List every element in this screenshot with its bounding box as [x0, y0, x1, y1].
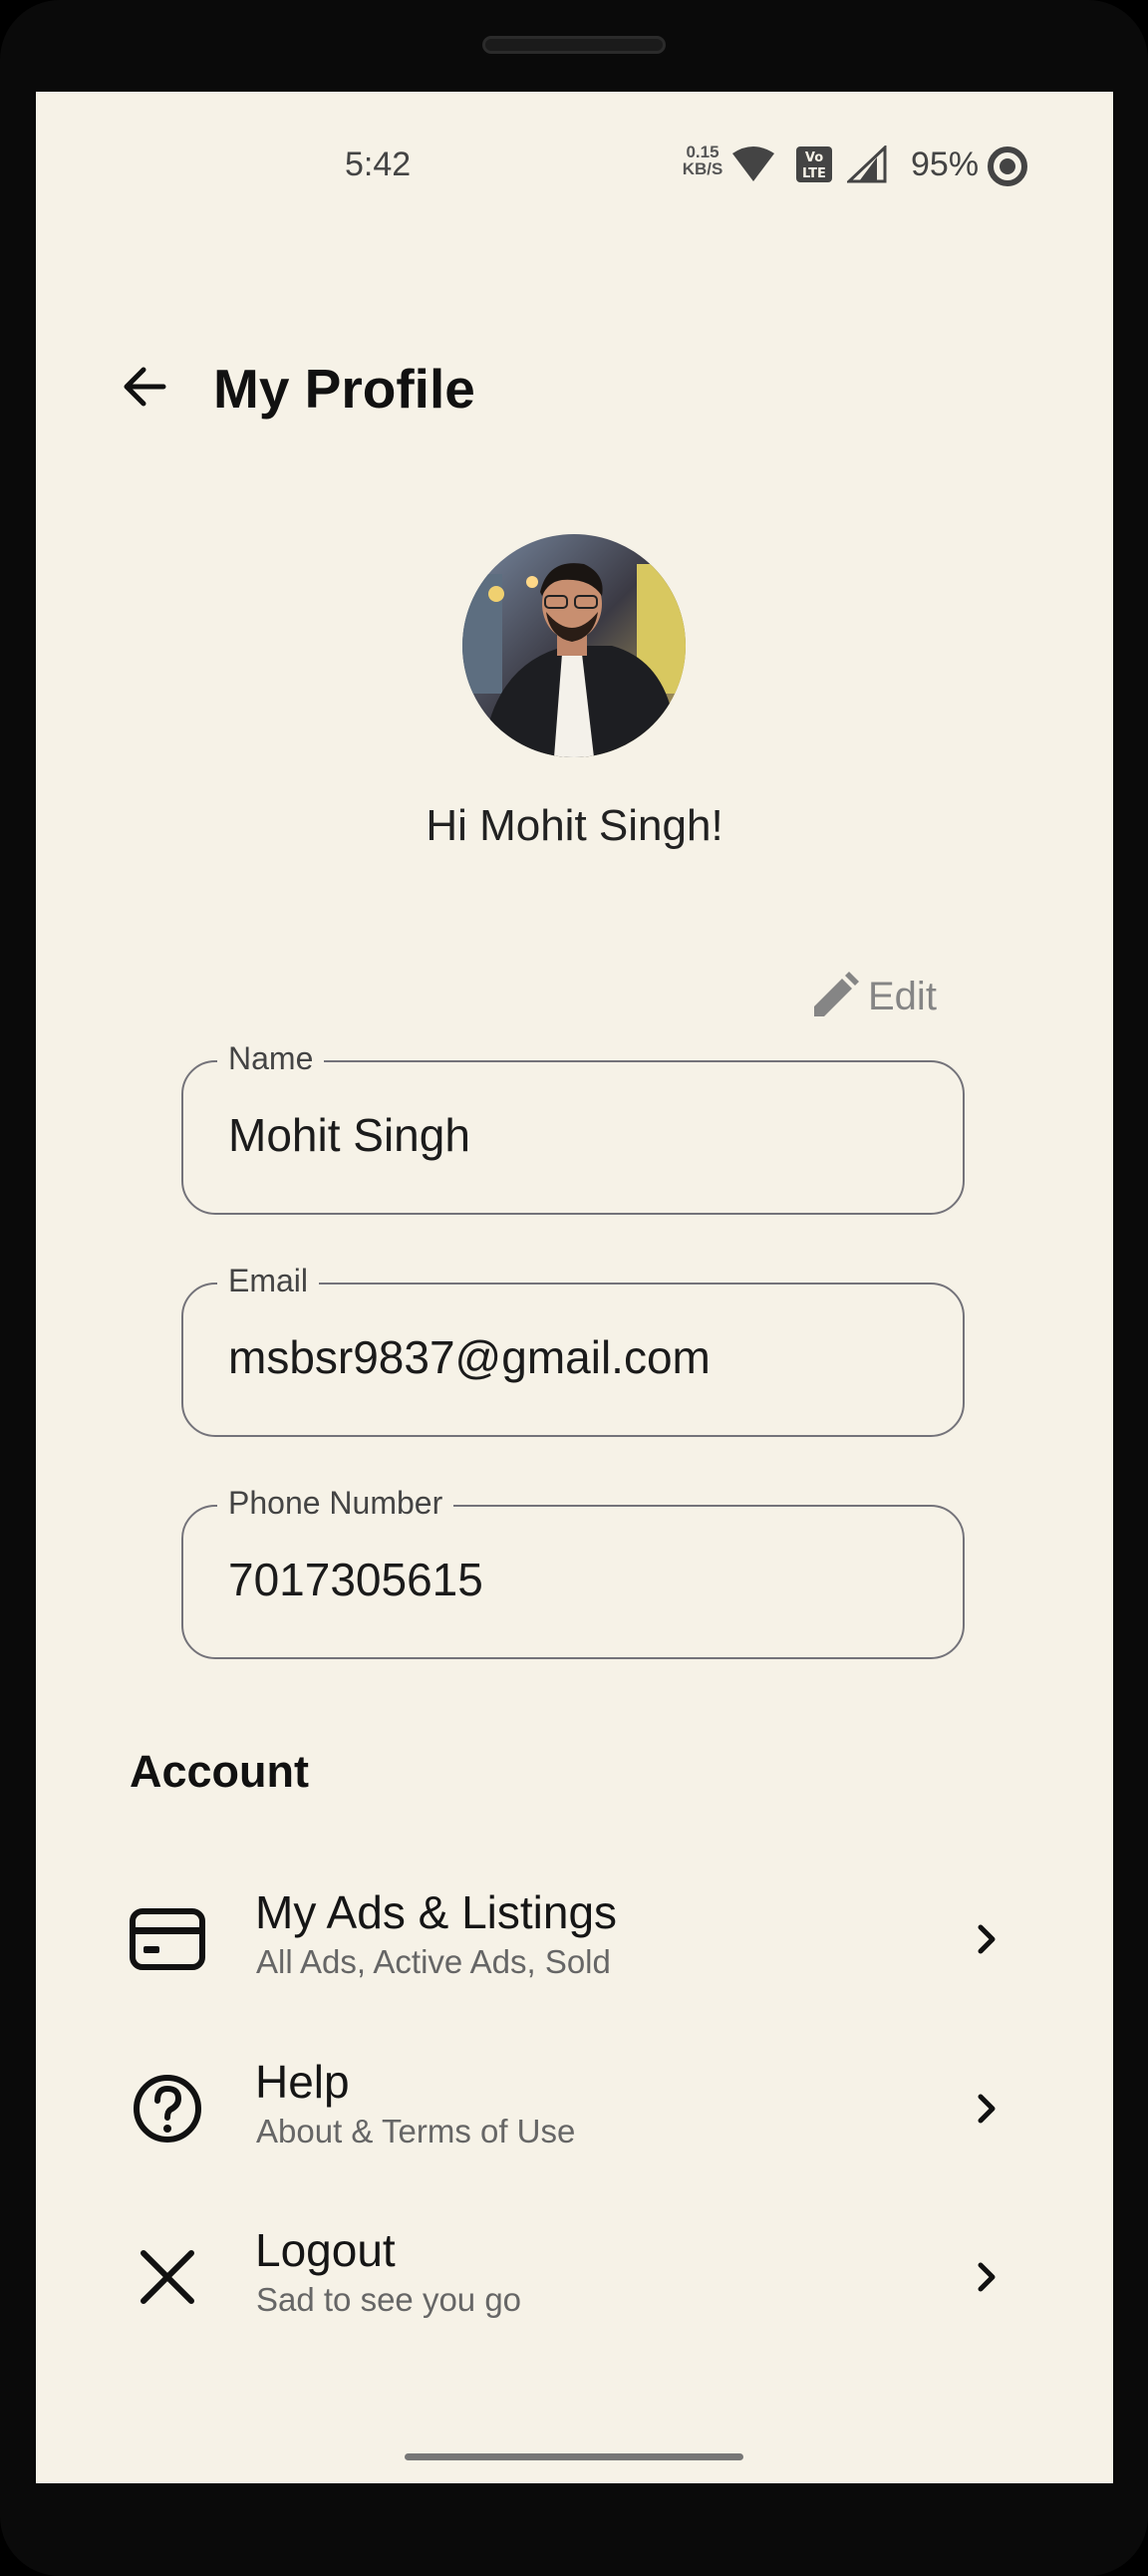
credit-card-icon: [130, 1908, 205, 1970]
phone-field-label: Phone Number: [217, 1485, 454, 1522]
menu-item-my-ads[interactable]: My Ads & Listings All Ads, Active Ads, S…: [76, 1856, 1062, 2005]
menu-item-title: My Ads & Listings: [255, 1886, 618, 1938]
profile-photo: [462, 534, 686, 757]
phone-field[interactable]: Phone Number 7017305615: [181, 1485, 965, 1659]
arrow-left-icon[interactable]: [116, 357, 175, 417]
network-speed-unit: KB/S: [682, 159, 723, 178]
svg-text:LTE: LTE: [802, 166, 826, 181]
email-field-label: Email: [217, 1263, 320, 1299]
email-field[interactable]: Email msbsr9837@gmail.com: [181, 1263, 965, 1437]
svg-text:Vo: Vo: [805, 150, 823, 165]
menu-item-help[interactable]: Help About & Terms of Use: [76, 2025, 1062, 2174]
greeting-text: Hi Mohit Singh!: [426, 801, 723, 850]
chevron-right-icon: [978, 2094, 996, 2124]
network-speed: 0.15 KB/S: [681, 143, 724, 177]
pencil-icon: [814, 972, 859, 1016]
chevron-right-icon: [978, 1924, 996, 1954]
phone-field-value[interactable]: 7017305615: [228, 1553, 483, 1606]
edit-label: Edit: [868, 974, 937, 1018]
menu-item-subtitle: All Ads, Active Ads, Sold: [256, 1943, 611, 1980]
app-bar: My Profile: [36, 291, 1113, 420]
page-title: My Profile: [213, 358, 475, 420]
email-field-value[interactable]: msbsr9837@gmail.com: [228, 1330, 711, 1384]
menu-item-subtitle: Sad to see you go: [256, 2281, 522, 2318]
home-indicator[interactable]: [405, 2453, 743, 2460]
edit-button[interactable]: Edit: [808, 967, 937, 1026]
menu-item-title: Logout: [255, 2224, 396, 2276]
network-speed-value: 0.15: [686, 143, 719, 161]
close-icon: [141, 2250, 194, 2304]
name-field-label: Name: [217, 1040, 325, 1077]
name-field-value[interactable]: Mohit Singh: [228, 1108, 470, 1162]
status-bar: 5:42 0.15 KB/S Vo LTE 95%: [36, 92, 1113, 237]
earpiece-speaker: [482, 36, 666, 54]
cellular-signal-icon: [847, 145, 887, 183]
chevron-right-icon: [978, 2262, 996, 2292]
menu-item-logout[interactable]: Logout Sad to see you go: [76, 2193, 1062, 2343]
volte-icon: Vo LTE: [796, 146, 832, 182]
wifi-icon: [732, 146, 774, 181]
avatar[interactable]: [462, 534, 686, 757]
name-field[interactable]: Name Mohit Singh: [181, 1040, 965, 1215]
menu-item-subtitle: About & Terms of Use: [256, 2113, 576, 2149]
screen: 5:42 0.15 KB/S Vo LTE 95% My Profile Hi …: [36, 92, 1113, 2483]
status-time: 5:42: [345, 145, 412, 183]
battery-saver-icon: [988, 146, 1027, 186]
menu-item-title: Help: [255, 2056, 350, 2108]
battery-percentage: 95%: [911, 145, 980, 183]
device-frame: 5:42 0.15 KB/S Vo LTE 95% My Profile Hi …: [0, 0, 1148, 2576]
help-circle-icon: [134, 2075, 201, 2143]
account-heading: Account: [130, 1746, 309, 1797]
